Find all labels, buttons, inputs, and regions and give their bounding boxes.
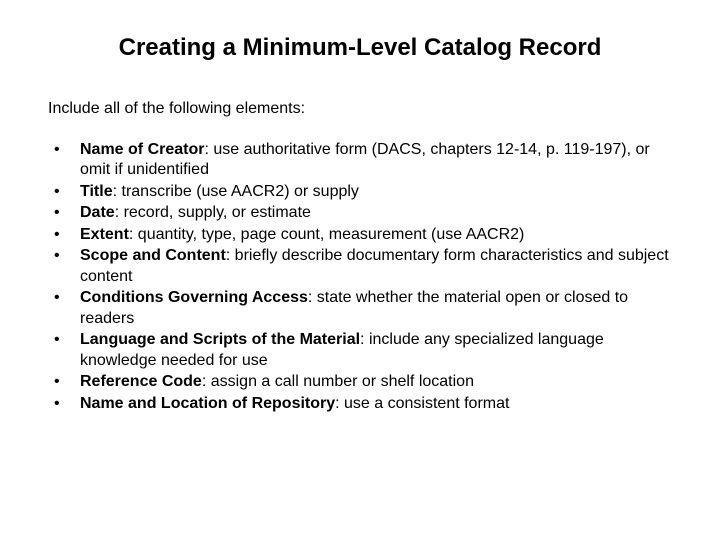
item-label: Date (80, 204, 115, 221)
list-item: Name and Location of Repository: use a c… (52, 394, 672, 414)
slide: Creating a Minimum-Level Catalog Record … (0, 0, 720, 540)
item-desc: : quantity, type, page count, measuremen… (129, 226, 524, 243)
item-label: Extent (80, 226, 129, 243)
item-label: Name of Creator (80, 141, 204, 158)
list-item: Title: transcribe (use AACR2) or supply (52, 182, 672, 202)
elements-list: Name of Creator: use authoritative form … (48, 140, 672, 414)
list-item: Date: record, supply, or estimate (52, 203, 672, 223)
item-desc: : use a consistent format (335, 395, 509, 412)
item-label: Scope and Content (80, 247, 226, 264)
item-label: Name and Location of Repository (80, 395, 335, 412)
item-label: Title (80, 183, 113, 200)
list-item: Extent: quantity, type, page count, meas… (52, 225, 672, 245)
item-label: Language and Scripts of the Material (80, 331, 360, 348)
item-desc: : assign a call number or shelf location (202, 373, 474, 390)
list-item: Reference Code: assign a call number or … (52, 372, 672, 392)
list-item: Scope and Content: briefly describe docu… (52, 246, 672, 287)
item-label: Reference Code (80, 373, 202, 390)
list-item: Language and Scripts of the Material: in… (52, 330, 672, 371)
page-title: Creating a Minimum-Level Catalog Record (48, 34, 672, 62)
intro-text: Include all of the following elements: (48, 100, 672, 118)
list-item: Conditions Governing Access: state wheth… (52, 288, 672, 329)
item-desc: : transcribe (use AACR2) or supply (113, 183, 359, 200)
item-desc: : record, supply, or estimate (115, 204, 311, 221)
list-item: Name of Creator: use authoritative form … (52, 140, 672, 181)
item-label: Conditions Governing Access (80, 289, 308, 306)
